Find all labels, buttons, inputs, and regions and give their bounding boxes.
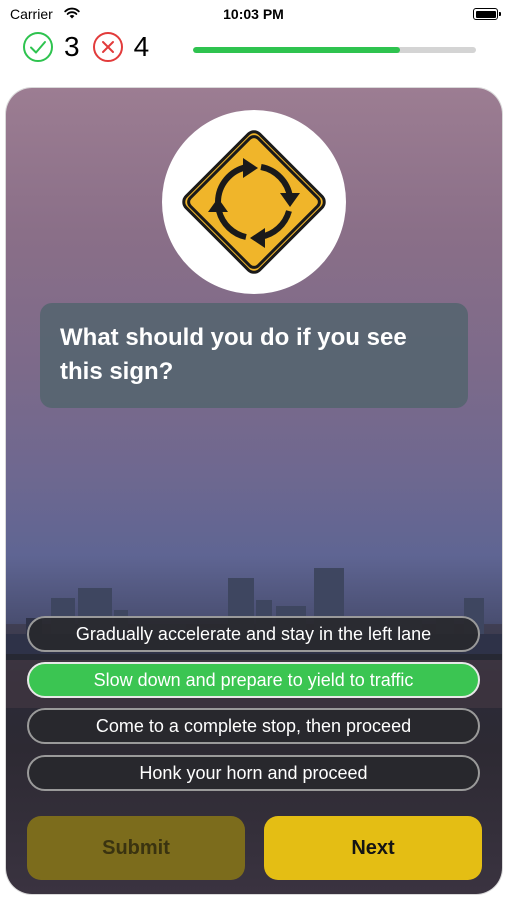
answer-option-2[interactable]: Slow down and prepare to yield to traffi… <box>27 662 480 698</box>
answer-option-1[interactable]: Gradually accelerate and stay in the lef… <box>27 616 480 652</box>
next-button[interactable]: Next <box>264 816 482 880</box>
incorrect-x-icon <box>92 32 123 62</box>
battery-icon <box>473 8 501 20</box>
quiz-progress-bar <box>193 47 476 53</box>
incorrect-count: 4 <box>133 31 150 62</box>
question-card: What should you do if you see this sign?… <box>6 88 502 894</box>
score-bar: 3 4 <box>22 30 161 64</box>
question-text: What should you do if you see this sign? <box>60 324 407 385</box>
roundabout-sign-icon <box>182 130 326 274</box>
status-bar: Carrier 10:03 PM <box>0 0 507 28</box>
submit-button[interactable]: Submit <box>27 816 245 880</box>
sign-image-frame <box>162 110 346 294</box>
quiz-progress-fill <box>193 47 400 53</box>
answer-option-4[interactable]: Honk your horn and proceed <box>27 755 480 791</box>
question-box: What should you do if you see this sign? <box>40 303 468 408</box>
clock: 10:03 PM <box>223 6 284 22</box>
correct-count: 3 <box>64 31 80 62</box>
answer-option-3[interactable]: Come to a complete stop, then proceed <box>27 708 480 744</box>
correct-check-icon <box>23 32 53 62</box>
